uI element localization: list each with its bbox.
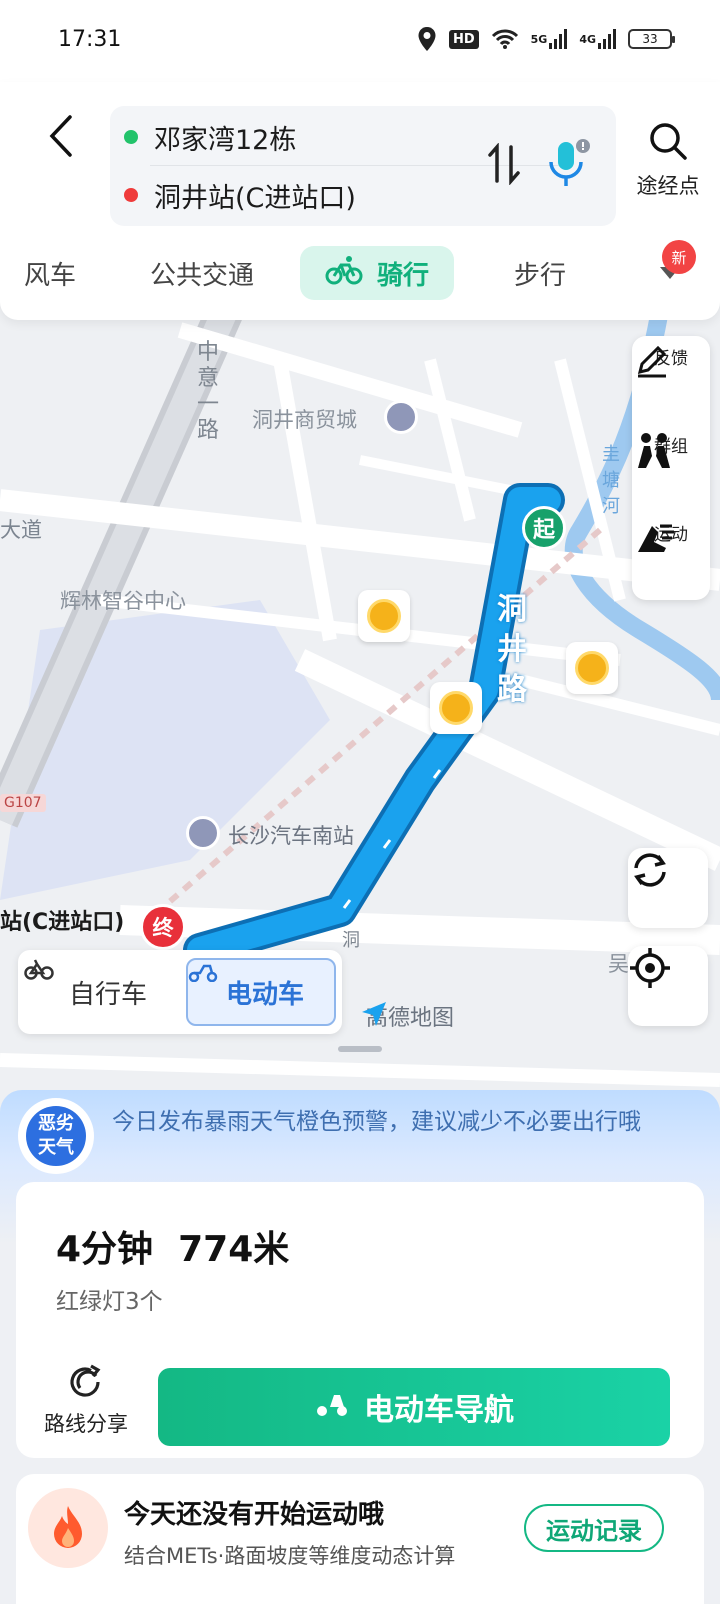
map-view[interactable]: 洞井商贸城 辉林智谷中心 长沙汽车南站 大道 吴 中意一路 圭塘河 洞井路 洞 … bbox=[0, 300, 720, 1100]
start-marker[interactable]: 起 bbox=[522, 506, 570, 562]
vehicle-toggle: 自行车 电动车 bbox=[18, 950, 342, 1034]
cycling-icon bbox=[325, 255, 363, 292]
weather-badge-line2: 天气 bbox=[38, 1137, 74, 1158]
sheet-drag-handle[interactable] bbox=[338, 1046, 382, 1052]
destination-dot-icon bbox=[124, 188, 138, 202]
fire-icon bbox=[28, 1488, 108, 1568]
highway-shield: G107 bbox=[0, 794, 46, 812]
status-time: 17:31 bbox=[58, 27, 122, 52]
locate-button[interactable] bbox=[628, 946, 708, 1026]
origin-dot-icon bbox=[124, 130, 138, 144]
signal-4g-icon: 4G bbox=[579, 29, 616, 49]
map-tools-panel: 反馈 群组 运动 bbox=[632, 336, 710, 600]
traffic-lights-count: 红绿灯3个 bbox=[56, 1289, 163, 1315]
tab-cycling[interactable]: 骑行 bbox=[300, 246, 454, 300]
back-arrow-icon bbox=[46, 114, 74, 162]
weather-alert-text: 今日发布暴雨天气橙色预警，建议减少不必要出行哦 bbox=[112, 1109, 641, 1135]
search-icon bbox=[647, 123, 689, 166]
road-label-ave: 大道 bbox=[0, 518, 42, 542]
travel-mode-tabs: 风车 公共交通 骑行 步行 新 bbox=[0, 238, 720, 308]
voice-button[interactable] bbox=[542, 138, 594, 194]
share-route-button[interactable]: 路线分享 bbox=[36, 1364, 136, 1440]
end-marker[interactable]: 终 bbox=[140, 904, 186, 950]
vehicle-bike-option[interactable]: 自行车 bbox=[24, 958, 184, 1026]
share-icon bbox=[67, 1364, 105, 1406]
waypoint-label: 途经点 bbox=[636, 174, 700, 198]
swap-button[interactable] bbox=[482, 142, 526, 190]
tab-walking[interactable]: 步行 bbox=[492, 246, 588, 300]
road-label-zhongyi: 中意一路 bbox=[196, 340, 219, 443]
origin-field[interactable]: 邓家湾12栋 bbox=[124, 108, 454, 166]
vehicle-ebike-label: 电动车 bbox=[225, 979, 304, 1010]
coin-marker[interactable] bbox=[430, 682, 482, 734]
location-icon bbox=[417, 26, 437, 52]
exercise-record-button[interactable]: 运动记录 bbox=[524, 1504, 664, 1552]
share-route-label: 路线分享 bbox=[44, 1412, 128, 1436]
start-pin-label: 起 bbox=[522, 506, 566, 550]
hd-icon: HD bbox=[448, 29, 479, 49]
exercise-subtitle: 结合METs·路面坡度等维度动态计算 bbox=[124, 1544, 456, 1568]
waypoint-button[interactable]: 途经点 bbox=[628, 120, 708, 200]
poi-center[interactable]: 辉林智谷中心 bbox=[60, 585, 186, 615]
destination-field[interactable]: 洞井站(C进站口) bbox=[124, 166, 454, 224]
start-navigation-button[interactable]: 电动车导航 bbox=[158, 1368, 670, 1446]
feedback-button[interactable]: 反馈 bbox=[632, 342, 710, 430]
road-label-wu: 吴 bbox=[608, 952, 629, 976]
wifi-icon bbox=[491, 28, 519, 50]
destination-text: 洞井站(C进站口) bbox=[154, 182, 356, 214]
group-button[interactable]: 群组 bbox=[632, 430, 710, 518]
tab-transit[interactable]: 公共交通 bbox=[140, 246, 264, 300]
tab-cycling-label: 骑行 bbox=[376, 260, 429, 291]
start-navigation-label: 电动车导航 bbox=[364, 1393, 514, 1428]
road-label-guitang: 圭塘河 bbox=[602, 444, 620, 517]
sport-button[interactable]: 运动 bbox=[632, 518, 710, 606]
status-bar: 17:31 HD 5G 4G 33 bbox=[0, 0, 720, 82]
brand-logo: 高德地图 bbox=[360, 1000, 454, 1032]
coin-marker[interactable] bbox=[358, 590, 410, 642]
exercise-title: 今天还没有开始运动哦 bbox=[124, 1500, 385, 1530]
route-input-box: 邓家湾12栋 洞井站(C进站口) bbox=[110, 106, 616, 226]
route-road-name: 洞井路 bbox=[497, 592, 527, 707]
route-header: 邓家湾12栋 洞井站(C进站口) 途经点 风车 公共交通 骑行 步行 新 bbox=[0, 82, 720, 320]
signal-5g-icon: 5G bbox=[531, 29, 568, 49]
swap-icon bbox=[487, 142, 521, 189]
refresh-route-button[interactable] bbox=[628, 848, 708, 928]
battery-indicator: 33 bbox=[628, 29, 675, 49]
scooter-icon bbox=[314, 1389, 350, 1425]
poi-station[interactable]: 长沙汽车南站 bbox=[228, 820, 354, 850]
weather-badge-line1: 恶劣 bbox=[38, 1113, 74, 1134]
weather-alert[interactable]: 恶劣 天气 今日发布暴雨天气橙色预警，建议减少不必要出行哦 bbox=[18, 1094, 718, 1182]
microphone-icon bbox=[545, 138, 591, 194]
back-button[interactable] bbox=[40, 112, 80, 164]
road-label-dong: 洞 bbox=[342, 930, 360, 951]
new-badge: 新 bbox=[662, 240, 696, 274]
vehicle-ebike-option[interactable]: 电动车 bbox=[186, 958, 336, 1026]
end-marker-label: 站(C进站口) bbox=[0, 910, 125, 935]
bus-icon bbox=[186, 816, 220, 850]
coin-marker[interactable] bbox=[566, 642, 618, 694]
route-sheet: 恶劣 天气 今日发布暴雨天气橙色预警，建议减少不必要出行哦 4分钟 774米 红… bbox=[0, 1090, 720, 1604]
tab-hitch[interactable]: 风车 bbox=[10, 246, 90, 300]
shopping-bag-icon bbox=[384, 400, 418, 434]
poi-mall[interactable]: 洞井商贸城 bbox=[252, 404, 357, 434]
vehicle-bike-label: 自行车 bbox=[68, 979, 147, 1010]
route-time-distance: 4分钟 774米 bbox=[56, 1229, 290, 1270]
exercise-card: 今天还没有开始运动哦 结合METs·路面坡度等维度动态计算 运动记录 bbox=[16, 1474, 704, 1604]
route-summary-card: 4分钟 774米 红绿灯3个 路线分享 电动车导航 bbox=[16, 1182, 704, 1458]
weather-badge: 恶劣 天气 bbox=[18, 1098, 94, 1174]
weather-badge-text: 恶劣 天气 bbox=[26, 1106, 86, 1166]
status-icons: HD 5G 4G 33 bbox=[417, 26, 675, 52]
origin-text: 邓家湾12栋 bbox=[154, 124, 297, 156]
